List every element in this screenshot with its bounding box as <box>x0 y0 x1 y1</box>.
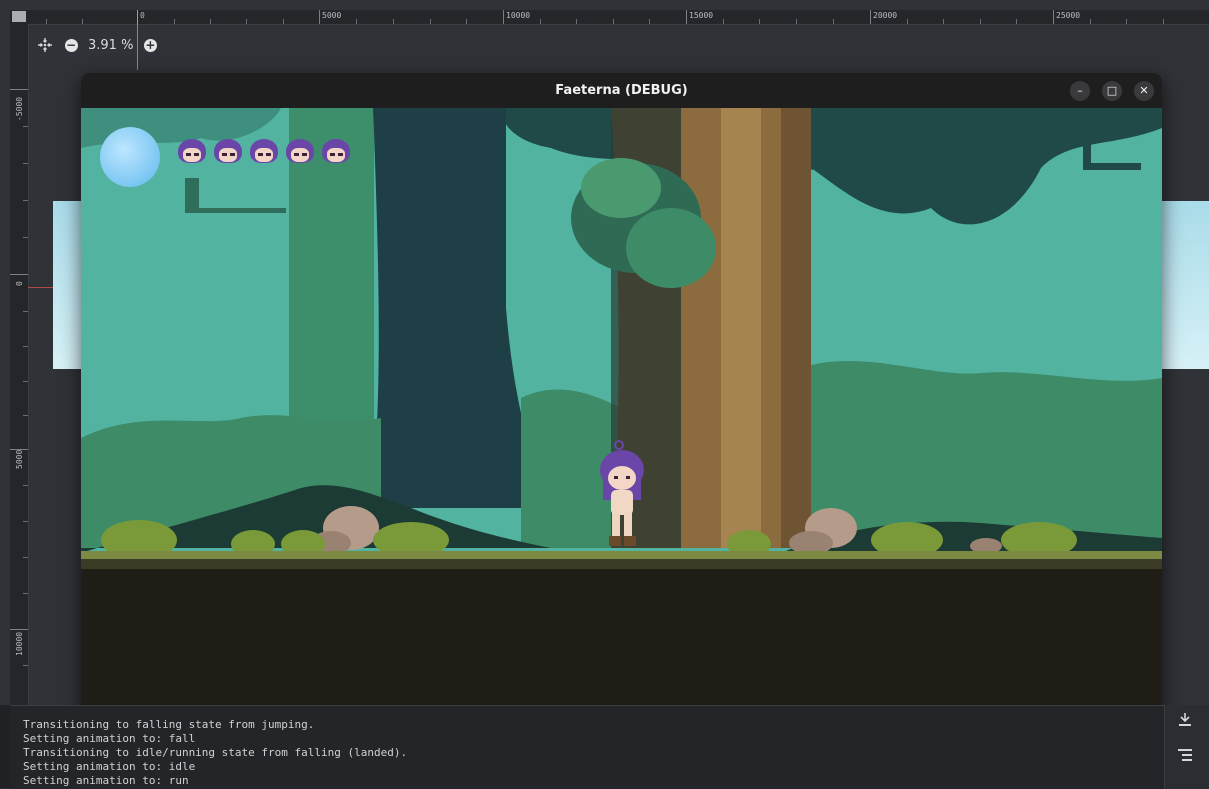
ruler-tick <box>10 89 28 90</box>
ruler-minor-tick <box>833 19 834 24</box>
maximize-icon: □ <box>1106 84 1118 97</box>
ruler-minor-tick <box>283 19 284 24</box>
ruler-minor-tick <box>1090 19 1091 24</box>
ruler-minor-tick <box>23 200 28 201</box>
close-icon: ✕ <box>1139 84 1149 97</box>
console-line: Setting animation to: fall <box>23 732 196 745</box>
ruler-minor-tick <box>759 19 760 24</box>
ruler-minor-tick <box>393 19 394 24</box>
ruler-minor-tick <box>540 19 541 24</box>
zoom-toolbar: − 3.91 % + <box>36 34 159 56</box>
ruler-minor-tick <box>907 19 908 24</box>
horizontal-guide-line <box>28 287 53 288</box>
scene-background-preview <box>1162 201 1209 369</box>
maximize-button[interactable]: □ <box>1102 81 1122 101</box>
forest-scene <box>81 108 1162 716</box>
ruler-minor-tick <box>246 19 247 24</box>
ruler-tick <box>686 10 687 24</box>
filter-list-icon[interactable] <box>1175 749 1195 767</box>
ruler-top-label: 15000 <box>689 11 714 20</box>
minimize-icon: – <box>1077 84 1083 97</box>
ruler-minor-tick <box>430 19 431 24</box>
ruler-minor-tick <box>210 19 211 24</box>
life-icon <box>213 138 243 170</box>
ruler-minor-tick <box>23 593 28 594</box>
game-viewport[interactable] <box>81 108 1162 716</box>
ruler-minor-tick <box>23 485 28 486</box>
ruler-minor-tick <box>23 381 28 382</box>
ruler-left-label: 10000 <box>15 631 24 656</box>
ruler-minor-tick <box>23 237 28 238</box>
life-icon <box>321 138 351 170</box>
ruler-tick <box>503 10 504 24</box>
ruler-minor-tick <box>1126 19 1127 24</box>
ruler-minor-tick <box>23 346 28 347</box>
ruler-minor-tick <box>23 311 28 312</box>
window-title: Faeterna (DEBUG) <box>555 83 688 98</box>
ruler-top-label: 5000 <box>322 11 342 20</box>
ruler-left: -5000 0 5000 10000 <box>10 24 29 705</box>
console-line: Setting animation to: run <box>23 774 189 787</box>
zoom-in-button[interactable]: + <box>141 36 159 54</box>
ruler-minor-tick <box>174 19 175 24</box>
life-icon <box>285 138 315 170</box>
minus-circle-icon: − <box>64 37 78 52</box>
ruler-minor-tick <box>46 19 47 24</box>
console-line: Transitioning to idle/running state from… <box>23 746 408 759</box>
ruler-left-label: 5000 <box>15 449 24 469</box>
health-orb <box>100 127 160 187</box>
window-titlebar[interactable]: Faeterna (DEBUG) – □ ✕ <box>81 73 1162 108</box>
ruler-minor-tick <box>23 557 28 558</box>
zoom-out-button[interactable]: − <box>62 36 80 54</box>
center-view-icon[interactable] <box>36 36 54 54</box>
ruler-minor-tick <box>649 19 650 24</box>
ruler-minor-tick <box>943 19 944 24</box>
life-icon <box>249 138 279 170</box>
ruler-left-label: 0 <box>15 281 24 286</box>
ruler-minor-tick <box>723 19 724 24</box>
ruler-minor-tick <box>613 19 614 24</box>
ruler-minor-tick <box>356 19 357 24</box>
scroll-lock-icon[interactable] <box>1175 713 1195 731</box>
scene-background-preview <box>53 201 83 369</box>
ruler-minor-tick <box>466 19 467 24</box>
ruler-minor-tick <box>23 521 28 522</box>
ruler-top: 0 5000 10000 15000 20000 25000 <box>28 10 1209 25</box>
ruler-top-label: 25000 <box>1056 11 1081 20</box>
ruler-tick <box>1053 10 1054 24</box>
console-line: Setting animation to: idle <box>23 760 196 773</box>
ruler-minor-tick <box>82 19 83 24</box>
ruler-left-label: -5000 <box>15 96 24 121</box>
minimize-button[interactable]: – <box>1070 81 1090 101</box>
output-console[interactable]: Transitioning to falling state from jump… <box>10 705 1164 789</box>
ruler-minor-tick <box>1016 19 1017 24</box>
ruler-tick <box>10 629 28 630</box>
ruler-corner-button[interactable] <box>12 11 26 22</box>
ruler-tick <box>10 274 28 275</box>
ruler-minor-tick <box>1163 19 1164 24</box>
close-button[interactable]: ✕ <box>1134 81 1154 101</box>
ruler-minor-tick <box>980 19 981 24</box>
ruler-top-label: 20000 <box>873 11 898 20</box>
game-window: Faeterna (DEBUG) – □ ✕ <box>81 73 1162 716</box>
ruler-top-label: 0 <box>140 11 145 20</box>
ruler-minor-tick <box>23 665 28 666</box>
life-icon <box>177 138 207 170</box>
ruler-tick <box>319 10 320 24</box>
console-side-toolbar <box>1164 705 1209 788</box>
plus-circle-icon: + <box>143 37 157 52</box>
ruler-minor-tick <box>576 19 577 24</box>
ruler-top-label: 10000 <box>506 11 531 20</box>
zoom-level[interactable]: 3.91 % <box>88 38 133 53</box>
ruler-minor-tick <box>796 19 797 24</box>
ruler-minor-tick <box>23 163 28 164</box>
ruler-minor-tick <box>23 126 28 127</box>
console-line: Transitioning to falling state from jump… <box>23 718 315 731</box>
ruler-minor-tick <box>23 415 28 416</box>
ruler-tick <box>870 10 871 24</box>
